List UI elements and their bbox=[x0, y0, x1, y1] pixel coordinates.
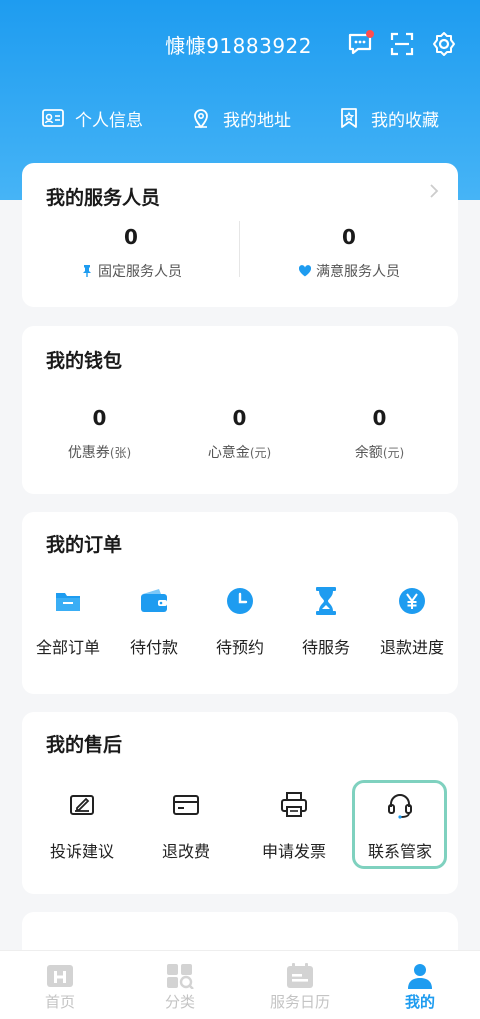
order-pending-appointment-label: 待预约 bbox=[215, 638, 264, 657]
message-icon[interactable] bbox=[344, 28, 376, 60]
pin-icon bbox=[83, 265, 91, 277]
wallet-title: 我的钱包 bbox=[46, 350, 123, 372]
orders-card: 我的订单 全部订单 待付款 待预约 待服务 退款进度 bbox=[22, 512, 458, 694]
order-unpaid-label: 待付款 bbox=[129, 638, 178, 657]
bookmark-star-icon bbox=[341, 108, 357, 128]
quick-link-address[interactable]: 我的地址 bbox=[189, 106, 291, 131]
wallet-gift-money[interactable]: 0 心意金(元) bbox=[167, 406, 312, 462]
top-bar: 慷慷91883922 bbox=[165, 28, 460, 60]
satisfied-staff-count: 0 bbox=[342, 225, 356, 249]
tab-category[interactable]: 分类 bbox=[120, 951, 240, 1019]
order-refund-progress-button[interactable]: 退款进度 bbox=[370, 584, 454, 658]
tab-home-label: 首页 bbox=[44, 993, 75, 1011]
printer-icon bbox=[281, 792, 307, 817]
tab-mine-label: 我的 bbox=[404, 993, 435, 1011]
gear-icon[interactable] bbox=[428, 28, 460, 60]
bottom-tab-bar: 首页 分类 服务日历 我的 bbox=[0, 950, 480, 1019]
category-icon bbox=[167, 964, 194, 989]
refund-change-button[interactable]: 退改费 bbox=[138, 788, 234, 862]
wallet-icon bbox=[141, 589, 167, 612]
invoice-button[interactable]: 申请发票 bbox=[244, 788, 344, 862]
tab-home[interactable]: 首页 bbox=[0, 951, 120, 1019]
edit-icon bbox=[70, 795, 94, 815]
coupons-label: 优惠券 bbox=[67, 445, 110, 461]
complaint-button[interactable]: 投诉建议 bbox=[34, 788, 130, 862]
order-pending-appointment-button[interactable]: 待预约 bbox=[198, 584, 282, 658]
username: 慷慷91883922 bbox=[165, 33, 312, 58]
aftersale-card: 我的售后 投诉建议 退改费 申请发票 联系管家 bbox=[22, 712, 458, 894]
folder-icon bbox=[56, 593, 80, 611]
order-all-button[interactable]: 全部订单 bbox=[26, 584, 110, 658]
card-icon bbox=[173, 795, 199, 815]
invoice-label: 申请发票 bbox=[261, 842, 326, 861]
order-all-label: 全部订单 bbox=[35, 638, 100, 657]
chevron-right-icon[interactable] bbox=[428, 183, 440, 199]
yuan-icon bbox=[399, 588, 425, 614]
contact-butler-button[interactable]: 联系管家 bbox=[354, 788, 446, 862]
notification-dot bbox=[366, 30, 374, 38]
order-refund-progress-label: 退款进度 bbox=[379, 638, 444, 657]
quick-link-label: 我的收藏 bbox=[371, 110, 439, 131]
gift-money-label: 心意金 bbox=[207, 445, 250, 461]
order-pending-service-label: 待服务 bbox=[301, 638, 350, 657]
wallet-card: 我的钱包 0 优惠券(张) 0 心意金(元) 0 余额(元) bbox=[22, 326, 458, 494]
refund-change-label: 退改费 bbox=[161, 842, 210, 861]
gift-money-value: 0 bbox=[232, 406, 247, 430]
quick-link-profile[interactable]: 个人信息 bbox=[41, 106, 143, 131]
order-pending-service-button[interactable]: 待服务 bbox=[284, 584, 368, 658]
wallet-coupons[interactable]: 0 优惠券(张) bbox=[27, 406, 172, 462]
aftersale-title: 我的售后 bbox=[46, 734, 123, 756]
staff-title: 我的服务人员 bbox=[46, 187, 161, 209]
home-icon bbox=[47, 965, 73, 987]
quick-link-label: 个人信息 bbox=[75, 110, 143, 131]
coupons-unit: (张) bbox=[109, 446, 132, 460]
scan-icon[interactable] bbox=[386, 28, 418, 60]
satisfied-staff-label: 满意服务人员 bbox=[316, 264, 400, 280]
coupons-value: 0 bbox=[92, 406, 107, 430]
orders-title: 我的订单 bbox=[46, 534, 123, 556]
fixed-staff-label: 固定服务人员 bbox=[98, 264, 182, 280]
complaint-label: 投诉建议 bbox=[49, 842, 114, 861]
balance-value: 0 bbox=[372, 406, 387, 430]
staff-card: 我的服务人员 0 固定服务人员 0 满意服务人员 bbox=[22, 163, 458, 307]
order-unpaid-button[interactable]: 待付款 bbox=[112, 584, 196, 658]
gift-money-unit: (元) bbox=[249, 446, 272, 460]
quick-link-label: 我的地址 bbox=[223, 110, 291, 131]
tab-service-calendar[interactable]: 服务日历 bbox=[240, 951, 360, 1019]
hourglass-icon bbox=[316, 587, 336, 615]
fixed-staff[interactable]: 0 固定服务人员 bbox=[22, 225, 240, 281]
satisfied-staff[interactable]: 0 满意服务人员 bbox=[240, 225, 458, 281]
balance-unit: (元) bbox=[382, 446, 405, 460]
contact-butler-label: 联系管家 bbox=[367, 842, 432, 861]
location-pin-icon bbox=[194, 109, 208, 129]
user-icon bbox=[408, 964, 432, 989]
tab-category-label: 分类 bbox=[164, 993, 195, 1011]
quick-link-favorites[interactable]: 我的收藏 bbox=[337, 106, 439, 131]
tab-service-calendar-label: 服务日历 bbox=[269, 993, 330, 1011]
id-card-icon bbox=[42, 109, 64, 127]
wallet-balance[interactable]: 0 余额(元) bbox=[307, 406, 452, 462]
fixed-staff-count: 0 bbox=[124, 225, 138, 249]
headset-icon bbox=[388, 794, 412, 819]
calendar-icon bbox=[287, 963, 313, 988]
quick-links: 个人信息 我的地址 我的收藏 bbox=[0, 100, 480, 136]
heart-icon bbox=[298, 265, 312, 277]
balance-label: 余额 bbox=[354, 445, 383, 461]
tab-mine[interactable]: 我的 bbox=[360, 951, 480, 1019]
clock-icon bbox=[227, 588, 253, 614]
